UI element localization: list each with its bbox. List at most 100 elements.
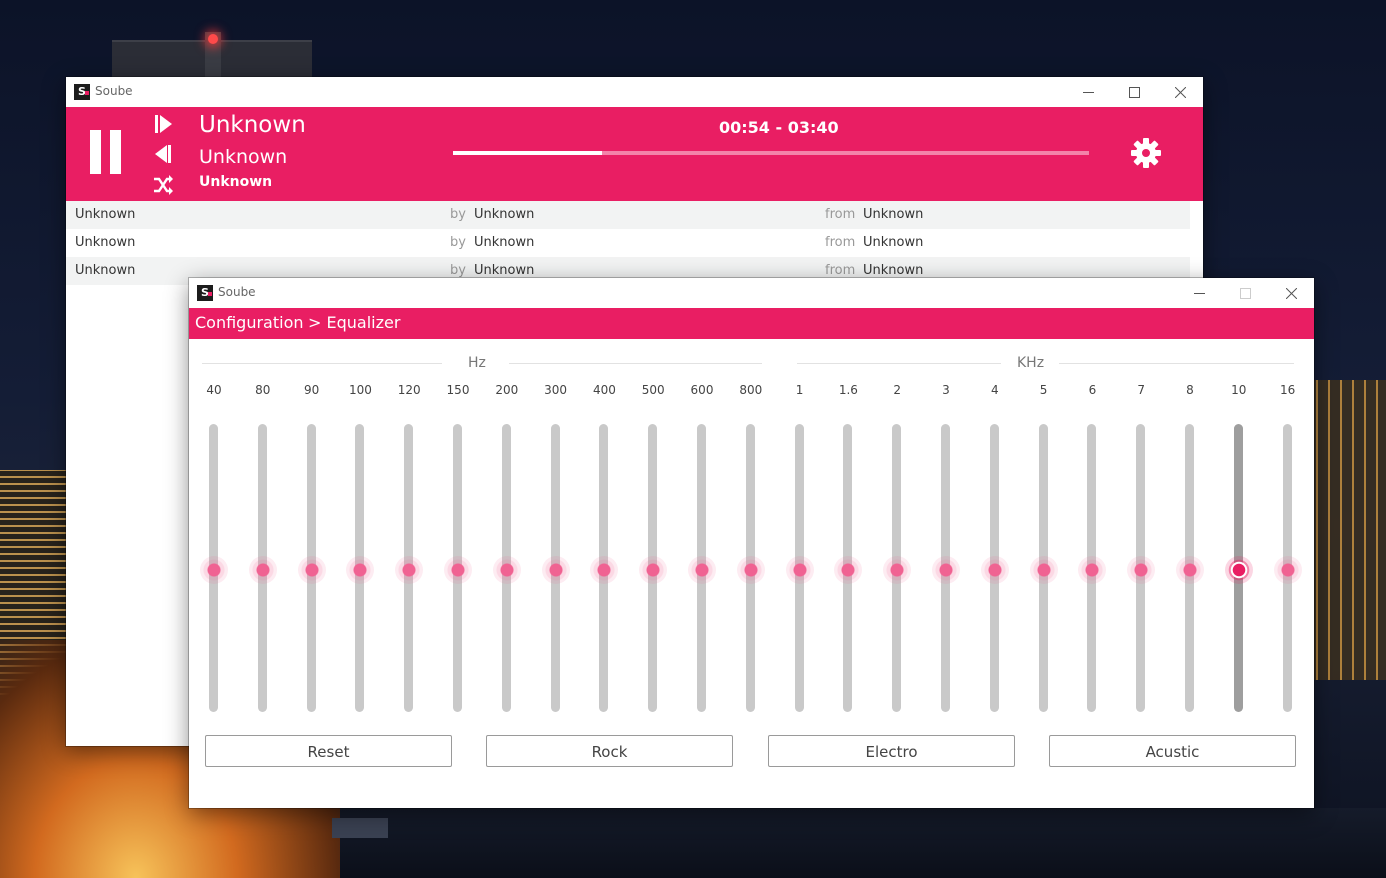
close-icon	[1174, 86, 1186, 98]
khz-divider-left	[797, 363, 1001, 364]
breadcrumb-equalizer: > Equalizer	[308, 313, 401, 332]
band-slider-thumb[interactable]	[1127, 556, 1156, 584]
band-slider-thumb[interactable]	[736, 556, 765, 584]
track-title: Unknown	[75, 263, 136, 278]
eq-band-8: 8	[1170, 383, 1210, 712]
settings-icon[interactable]	[1129, 136, 1163, 170]
band-slider-thumb[interactable]	[1273, 556, 1302, 584]
band-frequency-label: 200	[495, 383, 519, 397]
from-label: from	[825, 235, 856, 250]
band-frequency-label: 40	[206, 383, 222, 397]
equalizer-titlebar[interactable]: S Soube	[189, 278, 1314, 308]
khz-divider-right	[1059, 363, 1294, 364]
equalizer-window: S Soube Configuration > Equalizer Hz KHz…	[189, 278, 1314, 808]
wallpaper-water	[340, 808, 1386, 878]
band-slider-thumb[interactable]	[395, 556, 424, 584]
band-frequency-label: 7	[1137, 383, 1145, 397]
band-slider-thumb[interactable]	[590, 556, 619, 584]
track-row[interactable]: Unknown by Unknown from Unknown	[66, 229, 1190, 257]
maximize-button[interactable]	[1111, 77, 1157, 107]
eq-band-500: 500	[633, 383, 673, 712]
band-frequency-label: 120	[397, 383, 421, 397]
band-slider-thumb[interactable]	[932, 556, 960, 584]
now-playing-title: Unknown	[199, 112, 306, 138]
by-label: by	[450, 235, 466, 250]
band-frequency-label: 16	[1279, 383, 1296, 397]
wallpaper-boat	[332, 818, 388, 838]
from-label: from	[825, 263, 856, 278]
band-slider-thumb[interactable]	[883, 556, 912, 584]
band-slider-thumb[interactable]	[200, 556, 228, 584]
track-row[interactable]: Unknown by Unknown from Unknown	[66, 201, 1190, 229]
band-frequency-label: 150	[446, 383, 470, 397]
preset-electro-button[interactable]: Electro	[768, 735, 1015, 767]
close-button[interactable]	[1268, 278, 1314, 308]
eq-band-2: 2	[877, 383, 917, 712]
hz-group-label: Hz	[468, 355, 486, 371]
playback-time: 00:54 - 03:40	[719, 118, 839, 137]
band-slider-thumb[interactable]	[1224, 556, 1253, 584]
eq-band-40: 40	[194, 383, 234, 712]
now-playing-artist: Unknown	[199, 146, 288, 168]
band-frequency-label: 2	[893, 383, 901, 397]
close-button[interactable]	[1157, 77, 1203, 107]
previous-icon[interactable]	[152, 143, 174, 165]
eq-band-16: 16	[1268, 383, 1308, 712]
eq-band-400: 400	[584, 383, 624, 712]
band-slider-thumb[interactable]	[834, 556, 863, 584]
eq-band-800: 800	[731, 383, 771, 712]
track-title: Unknown	[75, 207, 136, 222]
eq-band-300: 300	[536, 383, 576, 712]
progress-bar[interactable]	[453, 151, 1089, 155]
hz-divider-right	[509, 363, 762, 364]
band-slider-thumb[interactable]	[1078, 556, 1107, 584]
band-slider-thumb[interactable]	[785, 556, 814, 584]
band-slider-thumb[interactable]	[980, 556, 1009, 584]
band-slider-thumb[interactable]	[639, 556, 668, 584]
band-slider-thumb[interactable]	[248, 556, 277, 584]
band-slider-thumb[interactable]	[541, 556, 570, 584]
by-label: by	[450, 263, 466, 278]
window-controls	[1176, 278, 1314, 308]
band-frequency-label: 1	[795, 383, 804, 397]
maximize-button	[1222, 278, 1268, 308]
from-label: from	[825, 207, 856, 222]
preset-acustic-button[interactable]: Acustic	[1049, 735, 1296, 767]
band-slider-thumb[interactable]	[1176, 556, 1204, 584]
eq-band-3: 3	[926, 383, 966, 712]
player-titlebar[interactable]: S Soube	[66, 77, 1203, 107]
breadcrumb-configuration[interactable]: Configuration	[195, 313, 304, 332]
minimize-button[interactable]	[1065, 77, 1111, 107]
band-frequency-label: 8	[1186, 383, 1194, 397]
eq-band-4: 4	[975, 383, 1015, 712]
band-slider-thumb[interactable]	[346, 556, 375, 584]
eq-band-150: 150	[438, 383, 478, 712]
track-artist: Unknown	[474, 207, 535, 222]
eq-band-90: 90	[292, 383, 332, 712]
band-slider-thumb[interactable]	[1029, 556, 1058, 584]
track-artist: Unknown	[474, 235, 535, 250]
preset-reset-button[interactable]: Reset	[205, 735, 452, 767]
band-slider-thumb[interactable]	[297, 556, 326, 584]
maximize-icon	[1128, 86, 1140, 98]
band-frequency-label: 6	[1088, 383, 1097, 397]
pause-button[interactable]	[66, 107, 146, 201]
next-icon[interactable]	[152, 113, 174, 135]
wallpaper-city-right	[1310, 380, 1386, 680]
band-frequency-label: 400	[592, 383, 616, 397]
band-slider-thumb[interactable]	[688, 556, 716, 584]
track-list: Unknown by Unknown from Unknown Unknown by Unkn…	[66, 201, 1190, 285]
band-frequency-label: 5	[1039, 383, 1048, 397]
band-frequency-label: 80	[255, 383, 271, 397]
band-frequency-label: 4	[990, 383, 999, 397]
eq-band-100: 100	[340, 383, 380, 712]
preset-rock-button[interactable]: Rock	[486, 735, 733, 767]
band-slider-thumb[interactable]	[492, 556, 521, 584]
eq-band-1: 1	[780, 383, 820, 712]
eq-band-7: 7	[1121, 383, 1161, 712]
shuffle-icon[interactable]	[152, 174, 174, 196]
hz-divider-left	[202, 363, 442, 364]
band-frequency-label: 300	[544, 383, 568, 397]
band-slider-thumb[interactable]	[444, 556, 472, 584]
minimize-button[interactable]	[1176, 278, 1222, 308]
